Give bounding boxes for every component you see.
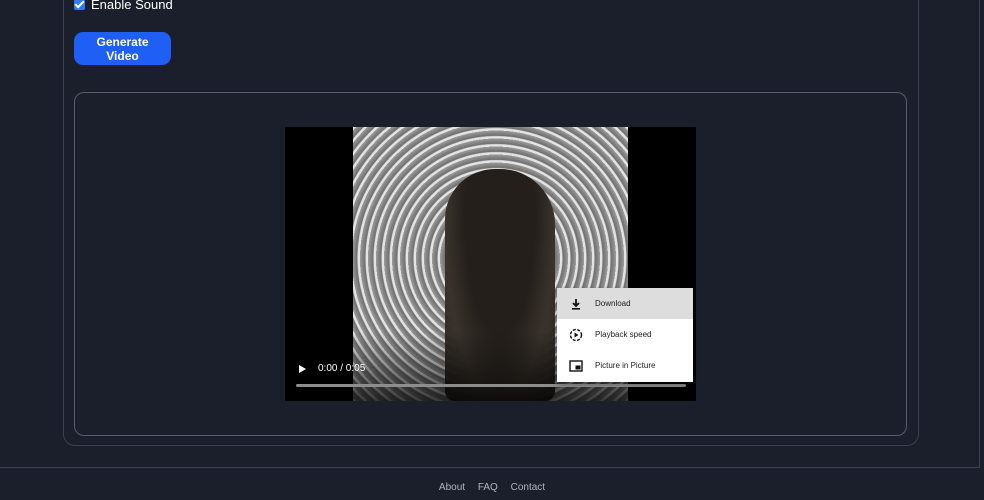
enable-sound-label: Enable Sound [91, 0, 173, 12]
progress-bar[interactable] [296, 384, 686, 387]
menu-item-picture-in-picture[interactable]: Picture in Picture [557, 350, 693, 381]
play-icon[interactable] [299, 365, 306, 373]
menu-item-download[interactable]: Download [557, 288, 693, 319]
generate-video-button[interactable]: Generate Video [74, 32, 171, 65]
picture-in-picture-icon [557, 359, 595, 372]
menu-item-label: Download [595, 299, 631, 308]
menu-item-label: Picture in Picture [595, 361, 656, 370]
footer: About FAQ Contact [0, 482, 984, 493]
time-display: 0:00 / 0:05 [318, 363, 366, 374]
footer-link-about[interactable]: About [439, 482, 465, 493]
video-context-menu: Download Playback speed Picture in Pictu… [557, 288, 693, 382]
footer-link-contact[interactable]: Contact [511, 482, 545, 493]
footer-link-faq[interactable]: FAQ [478, 482, 498, 493]
enable-sound-option[interactable]: Enable Sound [74, 0, 173, 12]
menu-item-label: Playback speed [595, 330, 652, 339]
menu-item-playback-speed[interactable]: Playback speed [557, 319, 693, 350]
enable-sound-checkbox[interactable] [74, 0, 85, 10]
playback-speed-icon [557, 328, 595, 342]
download-icon [557, 298, 595, 310]
